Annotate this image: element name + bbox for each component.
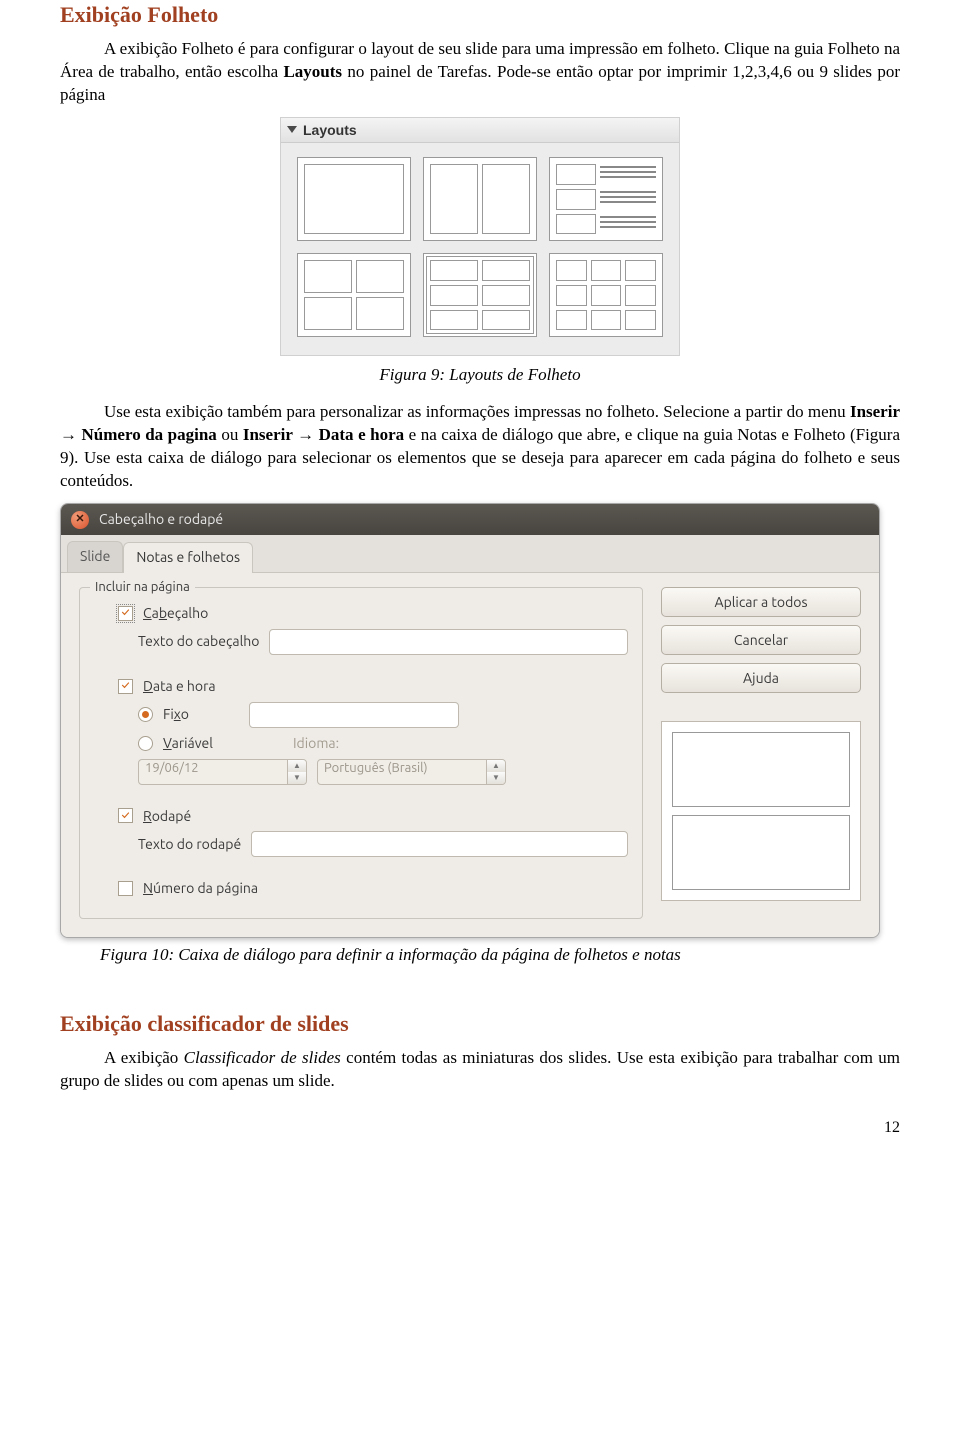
fieldset-legend: Incluir na página <box>90 579 195 597</box>
close-icon: ✕ <box>75 512 84 527</box>
input-texto-cabecalho[interactable] <box>269 629 628 655</box>
value-language: Português (Brasil) <box>317 759 487 785</box>
preview-box <box>661 721 861 901</box>
layouts-grid <box>281 143 679 355</box>
para-2-pre: Use esta exibição também para personaliz… <box>104 402 850 421</box>
label-rodape: Rodapé <box>143 807 191 826</box>
row-data-hora: ✓ Data e hora <box>94 677 628 696</box>
help-label: Ajuda <box>743 670 779 686</box>
para-1-bold: Layouts <box>283 62 342 81</box>
label-texto-cabecalho: Texto do cabeçalho <box>138 632 259 651</box>
caption-figure-9: Figura 9: Layouts de Folheto <box>60 364 900 387</box>
heading-classificador: Exibição classificador de slides <box>60 1009 900 1039</box>
input-texto-rodape[interactable] <box>251 831 628 857</box>
apply-all-label: Aplicar a todos <box>714 594 807 610</box>
label-cabecalho: Cabeçalho <box>143 604 208 623</box>
layouts-panel-header[interactable]: Layouts <box>281 118 679 144</box>
caption-figure-10: Figura 10: Caixa de diálogo para definir… <box>100 944 900 967</box>
para-2-mid1: ou <box>217 425 243 444</box>
checkbox-numero-pagina[interactable]: ✓ <box>118 881 133 896</box>
tab-notas-folhetos[interactable]: Notas e folhetos <box>123 542 253 573</box>
cancel-label: Cancelar <box>734 632 788 648</box>
dialog-body: Incluir na página ✓ Cabeçalho Texto do c… <box>61 573 879 937</box>
close-button[interactable]: ✕ <box>71 511 89 529</box>
para-2: Use esta exibição também para personaliz… <box>60 401 900 493</box>
dialog-tabs: Slide Notas e folhetos <box>61 535 879 573</box>
spinner-buttons-2[interactable]: ▲▼ <box>487 759 506 785</box>
spinner-date[interactable]: 19/06/12 ▲▼ <box>138 759 307 785</box>
para-1: A exibição Folheto é para configurar o l… <box>60 38 900 107</box>
chevron-down-icon <box>287 126 297 133</box>
row-date-lang: 19/06/12 ▲▼ Português (Brasil) ▲▼ <box>94 759 628 785</box>
header-footer-dialog-figure: ✕ Cabeçalho e rodapé Slide Notas e folhe… <box>60 503 900 938</box>
checkbox-rodape[interactable]: ✓ <box>118 808 133 823</box>
dialog-titlebar: ✕ Cabeçalho e rodapé <box>61 504 879 535</box>
input-fixo[interactable] <box>249 702 459 728</box>
row-fixo: Fixo <box>94 702 628 728</box>
help-button[interactable]: Ajuda <box>661 663 861 693</box>
layout-thumb-3[interactable] <box>549 157 663 241</box>
row-numero-pagina: ✓ Número da página <box>94 879 628 898</box>
tab-slide[interactable]: Slide <box>67 541 123 572</box>
label-numero-pagina: Número da página <box>143 879 258 898</box>
dialog-right-column: Aplicar a todos Cancelar Ajuda <box>661 587 861 919</box>
checkbox-cabecalho[interactable]: ✓ <box>118 606 133 621</box>
page-number: 12 <box>60 1117 900 1139</box>
include-on-page-fieldset: Incluir na página ✓ Cabeçalho Texto do c… <box>79 587 643 919</box>
row-texto-cabecalho: Texto do cabeçalho <box>94 629 628 655</box>
para-2-b2: Inserir → Data e hora <box>243 425 404 444</box>
label-variavel: Variável <box>163 734 213 753</box>
row-variavel: Variável Idioma: <box>94 734 628 753</box>
para-c-em: Classificador de slides <box>184 1048 341 1067</box>
layouts-panel: Layouts <box>280 117 680 357</box>
para-c-pre: A exibição <box>104 1048 184 1067</box>
row-cabecalho: ✓ Cabeçalho <box>94 604 628 623</box>
layout-thumb-9[interactable] <box>549 253 663 337</box>
radio-variavel[interactable] <box>138 736 153 751</box>
label-data-hora: Data e hora <box>143 677 216 696</box>
dialog-title: Cabeçalho e rodapé <box>99 510 223 529</box>
value-date: 19/06/12 <box>138 759 288 785</box>
label-idioma: Idioma: <box>293 734 339 753</box>
spinner-language[interactable]: Português (Brasil) ▲▼ <box>317 759 506 785</box>
label-fixo: Fixo <box>163 705 189 724</box>
cancel-button[interactable]: Cancelar <box>661 625 861 655</box>
row-rodape: ✓ Rodapé <box>94 807 628 826</box>
header-footer-dialog: ✕ Cabeçalho e rodapé Slide Notas e folhe… <box>60 503 880 938</box>
heading-exibicao-folheto: Exibição Folheto <box>60 0 900 30</box>
layout-thumb-1[interactable] <box>297 157 411 241</box>
layout-thumb-6-selected[interactable] <box>423 253 537 337</box>
radio-fixo[interactable] <box>138 707 153 722</box>
checkbox-data-hora[interactable]: ✓ <box>118 679 133 694</box>
spinner-buttons[interactable]: ▲▼ <box>288 759 307 785</box>
layout-thumb-2[interactable] <box>423 157 537 241</box>
layout-thumb-4[interactable] <box>297 253 411 337</box>
apply-all-button[interactable]: Aplicar a todos <box>661 587 861 617</box>
para-classificador: A exibição Classificador de slides conté… <box>60 1047 900 1093</box>
row-texto-rodape: Texto do rodapé <box>94 831 628 857</box>
label-texto-rodape: Texto do rodapé <box>138 835 241 854</box>
layouts-panel-title: Layouts <box>303 121 357 140</box>
